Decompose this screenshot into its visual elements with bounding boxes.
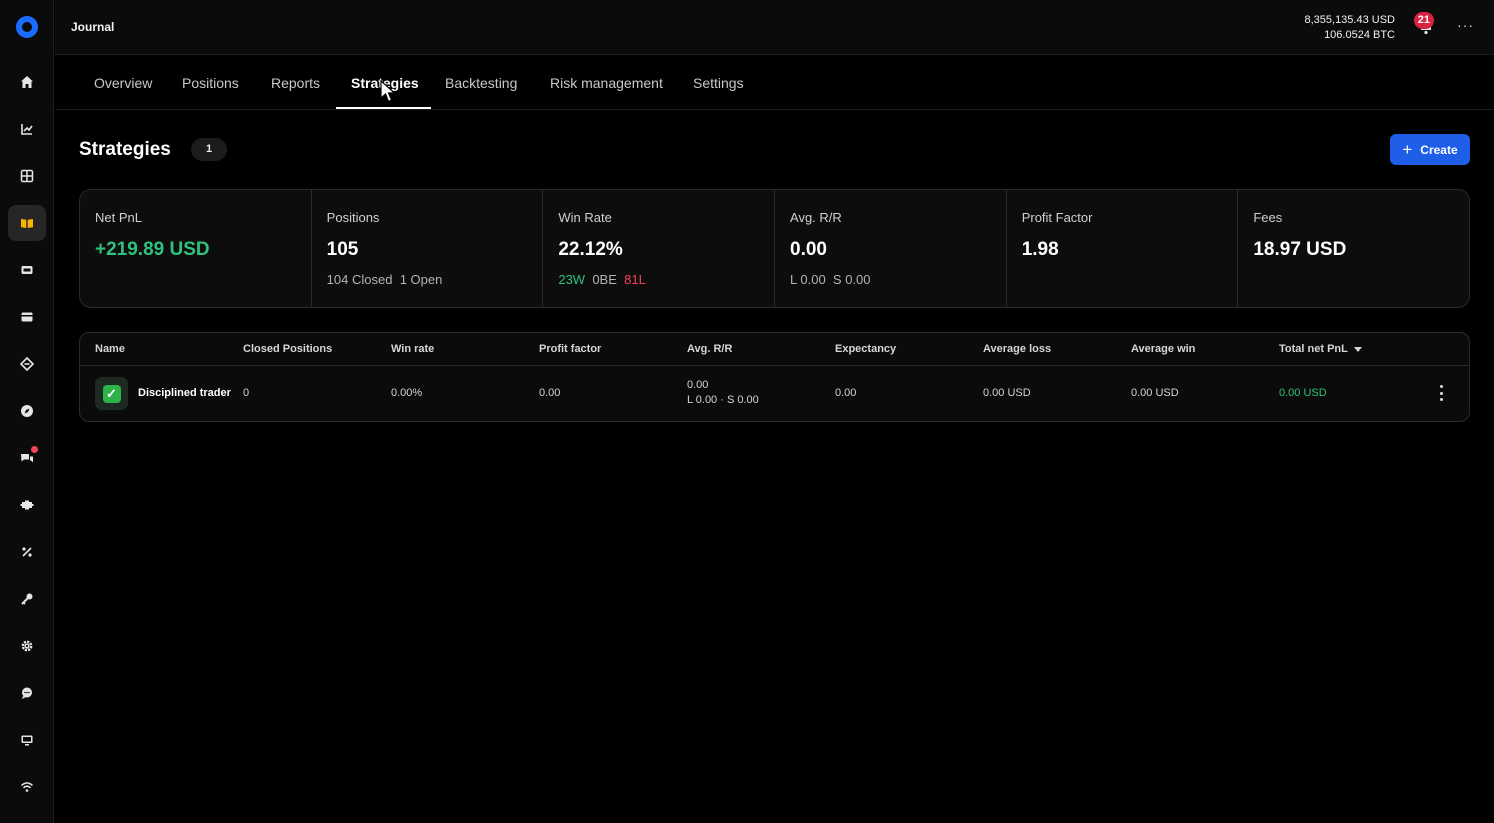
stat-profit-factor: Profit Factor 1.98 bbox=[1007, 190, 1239, 307]
journal-tabs: Overview Positions Reports Strategies Ba… bbox=[55, 55, 1494, 110]
notification-dot bbox=[31, 446, 38, 453]
stat-avg-rr: Avg. R/R 0.00 L 0.00 S 0.00 bbox=[775, 190, 1007, 307]
stat-value: 1.98 bbox=[1021, 239, 1059, 260]
strategies-table: Name Closed Positions Win rate Profit fa… bbox=[79, 332, 1470, 422]
avg-rr-cell: 0.00 L 0.00 · S 0.00 bbox=[687, 378, 759, 408]
wifi-icon[interactable] bbox=[8, 769, 46, 805]
strategy-name[interactable]: Disciplined trader bbox=[138, 387, 231, 399]
stat-detail: 104 Closed 1 Open bbox=[327, 272, 528, 287]
stat-label: Profit Factor bbox=[1021, 210, 1093, 225]
stat-detail: 23W 0BE 81L bbox=[558, 272, 759, 287]
stat-label: Net PnL bbox=[95, 210, 142, 225]
tab-positions[interactable]: Positions bbox=[182, 75, 239, 91]
journal-book-icon[interactable] bbox=[8, 205, 46, 241]
sidebar bbox=[0, 0, 54, 823]
stat-win-rate: Win Rate 22.12% 23W 0BE 81L bbox=[543, 190, 776, 307]
balance-btc: 106.0524 BTC bbox=[1324, 29, 1395, 41]
create-strategy-button[interactable]: + Create bbox=[1390, 134, 1470, 165]
column-header-name[interactable]: Name bbox=[95, 343, 125, 355]
notification-count-badge[interactable]: 21 bbox=[1413, 12, 1434, 29]
stat-value: 18.97 USD bbox=[1253, 239, 1347, 260]
wallet-icon[interactable] bbox=[8, 252, 46, 288]
avg-rr-value: 0.00 bbox=[687, 379, 709, 391]
mouse-cursor-icon bbox=[380, 80, 397, 103]
stat-positions: Positions 105 104 Closed 1 Open bbox=[312, 190, 544, 307]
check-mark-icon: ✓ bbox=[102, 384, 121, 403]
gear-icon[interactable] bbox=[8, 628, 46, 664]
plus-icon: + bbox=[1402, 140, 1413, 159]
column-header-average-loss[interactable]: Average loss bbox=[983, 343, 1051, 355]
balance-usd: 8,355,135.43 USD bbox=[1304, 14, 1395, 26]
stat-net-pnl: Net PnL +219.89 USD bbox=[80, 190, 312, 307]
home-icon[interactable] bbox=[8, 64, 46, 100]
stat-value: 0.00 bbox=[790, 239, 827, 260]
stat-detail: L 0.00 S 0.00 bbox=[790, 272, 991, 287]
table-row[interactable]: ✓ Disciplined trader 0 0.00% 0.00 0.00 L… bbox=[80, 366, 1469, 421]
stat-label: Positions bbox=[326, 210, 380, 225]
column-header-avg-rr[interactable]: Avg. R/R bbox=[687, 343, 732, 355]
support-chat-icon[interactable] bbox=[8, 675, 46, 711]
tab-risk-management[interactable]: Risk management bbox=[550, 75, 663, 91]
total-net-pnl-label: Total net PnL bbox=[1279, 343, 1348, 355]
column-header-win-rate[interactable]: Win rate bbox=[391, 343, 434, 355]
row-menu-icon[interactable] bbox=[1439, 385, 1443, 401]
stat-value: 105 bbox=[326, 239, 359, 260]
breakeven-count: 0BE bbox=[592, 272, 617, 287]
profit-factor-cell: 0.00 bbox=[539, 387, 561, 399]
stat-value: 22.12% bbox=[558, 239, 623, 260]
stat-label: Avg. R/R bbox=[790, 210, 842, 225]
closed-positions-cell: 0 bbox=[243, 387, 250, 399]
create-button-label: Create bbox=[1420, 142, 1458, 157]
stats-summary: Net PnL +219.89 USD Positions 105 104 Cl… bbox=[79, 189, 1470, 308]
column-header-total-net-pnl[interactable]: Total net PnL bbox=[1279, 343, 1362, 355]
win-rate-cell: 0.00% bbox=[391, 387, 423, 399]
column-header-expectancy[interactable]: Expectancy bbox=[835, 343, 896, 355]
puzzle-icon[interactable] bbox=[8, 487, 46, 523]
tab-reports[interactable]: Reports bbox=[271, 75, 320, 91]
stat-value: +219.89 USD bbox=[95, 239, 210, 260]
chart-icon[interactable] bbox=[8, 111, 46, 147]
average-win-cell: 0.00 USD bbox=[1131, 387, 1179, 399]
short-rr: S 0.00 bbox=[832, 272, 871, 287]
tab-overview[interactable]: Overview bbox=[94, 75, 152, 91]
average-loss-cell: 0.00 USD bbox=[983, 387, 1031, 399]
open-count: 1 Open bbox=[399, 272, 443, 287]
long-rr: L 0.00 bbox=[790, 272, 826, 287]
more-options-icon[interactable]: ··· bbox=[1457, 17, 1474, 33]
card-icon[interactable] bbox=[8, 299, 46, 335]
column-header-average-win[interactable]: Average win bbox=[1131, 343, 1195, 355]
strategy-icon: ✓ bbox=[95, 377, 128, 410]
account-balance[interactable]: 8,355,135.43 USD 106.0524 BTC bbox=[1304, 13, 1395, 43]
percent-icon[interactable] bbox=[8, 534, 46, 570]
expectancy-cell: 0.00 bbox=[835, 387, 857, 399]
compass-icon[interactable] bbox=[8, 393, 46, 429]
tab-backtesting[interactable]: Backtesting bbox=[445, 75, 517, 91]
strategy-count-badge: 1 bbox=[191, 138, 227, 161]
page-title: Strategies bbox=[79, 139, 171, 160]
table-header: Name Closed Positions Win rate Profit fa… bbox=[80, 333, 1469, 366]
tag-icon[interactable] bbox=[8, 346, 46, 382]
losses-count: 81L bbox=[624, 272, 646, 287]
stat-label: Fees bbox=[1253, 210, 1283, 225]
total-net-pnl-cell: 0.00 USD bbox=[1279, 387, 1327, 399]
app-title: Journal bbox=[71, 20, 115, 34]
avg-rr-detail: L 0.00 · S 0.00 bbox=[687, 394, 759, 406]
column-header-closed-positions[interactable]: Closed Positions bbox=[243, 343, 332, 355]
grid-icon[interactable] bbox=[8, 158, 46, 194]
stat-label: Win Rate bbox=[558, 210, 612, 225]
tab-settings[interactable]: Settings bbox=[693, 75, 744, 91]
closed-count: 104 Closed bbox=[326, 272, 393, 287]
stat-fees: Fees 18.97 USD bbox=[1238, 190, 1469, 307]
chat-bubbles-icon[interactable] bbox=[8, 440, 46, 476]
key-icon[interactable] bbox=[8, 581, 46, 617]
active-tab-indicator bbox=[336, 107, 431, 109]
wins-count: 23W bbox=[558, 272, 586, 287]
column-header-profit-factor[interactable]: Profit factor bbox=[539, 343, 601, 355]
top-bar: Journal 8,355,135.43 USD 106.0524 BTC 21… bbox=[55, 0, 1494, 55]
monitor-icon[interactable] bbox=[8, 722, 46, 758]
sort-desc-icon bbox=[1353, 346, 1362, 352]
app-logo[interactable] bbox=[16, 16, 38, 38]
